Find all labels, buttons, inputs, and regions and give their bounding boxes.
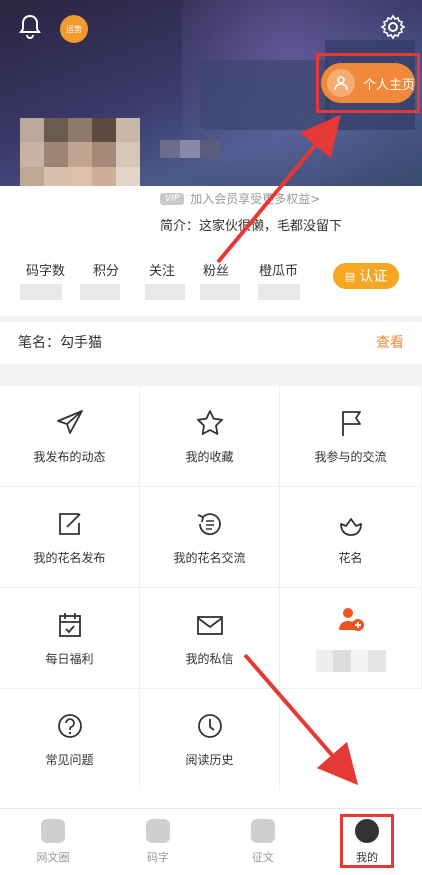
gear-icon[interactable] xyxy=(380,14,406,40)
add-friend-icon xyxy=(336,604,366,634)
nav-item-write[interactable]: 码字 xyxy=(128,819,188,865)
nav-label: 网文圈 xyxy=(36,851,70,864)
divider xyxy=(0,364,422,386)
feature-grid: 我发布的动态 我的收藏 我参与的交流 我的花名发布 我的花名交流 花名 每日福利… xyxy=(0,386,422,792)
stat-value-blurred xyxy=(200,284,240,300)
nav-item-circle[interactable]: 网文圈 xyxy=(23,819,83,865)
contest-nav-icon xyxy=(251,819,275,843)
clock-icon xyxy=(195,711,225,741)
stat-value-blurred xyxy=(145,284,185,300)
nav-label: 征文 xyxy=(252,851,274,864)
exchange-icon xyxy=(195,509,225,539)
nav-item-contest[interactable]: 征文 xyxy=(233,819,293,865)
vip-promo-text: 加入会员享受更多权益> xyxy=(190,192,321,206)
grid-my-alias-posts[interactable]: 我的花名发布 xyxy=(0,487,140,588)
penname-row[interactable]: 笔名：勾手猫 查看 xyxy=(0,322,422,362)
grid-my-posts[interactable]: 我发布的动态 xyxy=(0,386,140,487)
certify-label: 认证 xyxy=(359,269,388,285)
grid-my-discussions[interactable]: 我参与的交流 xyxy=(280,386,422,487)
stat-following[interactable]: 关注 xyxy=(149,260,175,279)
grid-my-alias-exchange[interactable]: 我的花名交流 xyxy=(140,487,280,588)
grid-label: 我的私信 xyxy=(185,651,234,666)
bell-icon[interactable] xyxy=(18,14,42,40)
grid-label: 我的花名发布 xyxy=(33,550,106,565)
personal-homepage-button[interactable]: 个人主页 xyxy=(321,63,415,103)
grid-label: 我参与的交流 xyxy=(314,449,387,464)
flower-icon xyxy=(336,509,366,539)
vip-tag: VIP xyxy=(160,192,185,205)
grid-label: 我的收藏 xyxy=(185,449,234,464)
vip-promo[interactable]: VIP 加入会员享受更多权益> xyxy=(160,190,320,207)
grid-label: 花名 xyxy=(338,550,363,565)
nav-label: 码字 xyxy=(147,851,169,864)
penname-label: 笔名：勾手猫 xyxy=(18,335,102,351)
paper-plane-icon xyxy=(55,408,85,438)
username-blurred xyxy=(160,140,220,158)
calendar-icon xyxy=(55,610,85,640)
grid-daily-benefits[interactable]: 每日福利 xyxy=(0,588,140,689)
grid-reading-history[interactable]: 阅读历史 xyxy=(140,689,280,790)
mine-highlight-box xyxy=(340,814,394,868)
circle-nav-icon xyxy=(41,819,65,843)
grid-label: 每日福利 xyxy=(45,651,94,666)
grid-label: 常见问题 xyxy=(45,753,94,767)
grid-add-friend[interactable] xyxy=(280,588,422,689)
fortune-badge[interactable]: 运势 xyxy=(60,15,88,43)
label-blurred xyxy=(315,650,386,672)
stat-points[interactable]: 积分 xyxy=(93,260,119,279)
star-icon xyxy=(195,408,225,438)
grid-label: 我的花名交流 xyxy=(173,550,246,565)
header-illustration xyxy=(200,60,330,130)
grid-label: 我发布的动态 xyxy=(33,449,106,464)
homepage-highlight-box: 个人主页 xyxy=(316,53,420,113)
id-card-icon: ▤ xyxy=(344,269,356,283)
stat-fans[interactable]: 粉丝 xyxy=(203,260,229,279)
certify-button[interactable]: ▤ 认证 xyxy=(333,263,399,289)
view-penname-link[interactable]: 查看 xyxy=(376,332,404,352)
flag-icon xyxy=(336,408,366,438)
stat-value-blurred xyxy=(80,284,120,300)
person-icon xyxy=(327,69,355,97)
grid-faq[interactable]: 常见问题 xyxy=(0,689,140,790)
write-nav-icon xyxy=(146,819,170,843)
grid-my-messages[interactable]: 我的私信 xyxy=(140,588,280,689)
stat-word-count[interactable]: 码字数 xyxy=(26,260,65,279)
bio-text: 简介：这家伙很懒，毛都没留下 xyxy=(160,219,343,234)
stat-value-blurred xyxy=(20,284,62,300)
grid-label: 阅读历史 xyxy=(185,753,234,767)
stat-value-blurred xyxy=(258,284,300,300)
help-icon xyxy=(55,711,85,741)
personal-homepage-label: 个人主页 xyxy=(363,77,416,93)
mail-icon xyxy=(195,610,225,640)
grid-alias[interactable]: 花名 xyxy=(280,487,422,588)
stat-coins[interactable]: 橙瓜币 xyxy=(259,260,298,279)
grid-my-favorites[interactable]: 我的收藏 xyxy=(140,386,280,487)
edit-icon xyxy=(55,509,85,539)
